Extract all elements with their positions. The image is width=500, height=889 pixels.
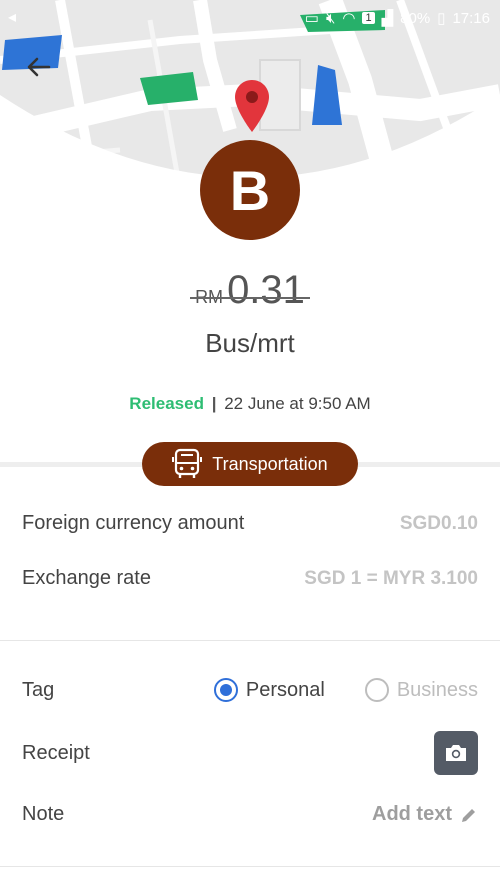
status-badge: Released — [129, 394, 204, 413]
map-pin-icon — [233, 78, 271, 134]
foreign-amount-row: Foreign currency amount SGD0.10 — [22, 512, 478, 535]
divider — [0, 866, 500, 867]
mute-icon: 🔇︎ — [325, 9, 336, 27]
divider — [0, 640, 500, 641]
note-row: Note Add text — [22, 803, 478, 826]
status-bar: ◂ ▭ 🔇︎ ◠ 1 ▟ 80% ▯ 17:16 — [0, 0, 500, 34]
add-note-button[interactable]: Add text — [372, 803, 478, 826]
add-receipt-button[interactable] — [434, 731, 478, 775]
exchange-rate-value: SGD 1 = MYR 3.100 — [304, 567, 478, 589]
battery-level: 80% — [400, 9, 431, 27]
wifi-icon: ◠ — [342, 10, 356, 27]
tag-option-label: Personal — [245, 678, 325, 701]
category-label: Transportation — [212, 453, 328, 474]
foreign-amount-value: SGD0.10 — [399, 512, 478, 534]
status-separator: | — [211, 394, 217, 413]
amount-value: 0.31 — [227, 268, 305, 312]
signal-icon: ▟ — [381, 10, 394, 27]
clock: 17:16 — [452, 9, 490, 27]
exchange-rate-label: Exchange rate — [22, 567, 151, 589]
cast-icon: ▭ — [304, 10, 319, 27]
tag-row: Tag Personal Business — [22, 678, 478, 702]
arrow-left-icon — [27, 57, 51, 77]
radio-selected-icon — [213, 678, 238, 702]
transaction-status: Released | 22 June at 9:50 AM — [0, 394, 500, 414]
transaction-date: 22 June at 9:50 AM — [224, 394, 371, 413]
tag-option-personal[interactable]: Personal — [213, 678, 325, 702]
tag-option-business[interactable]: Business — [364, 678, 478, 702]
tag-label: Tag — [22, 678, 55, 701]
bus-icon — [172, 448, 203, 478]
camera-icon — [446, 745, 466, 761]
transaction-amount: RM 0.31 — [0, 268, 500, 313]
exchange-rate-row: Exchange rate SGD 1 = MYR 3.100 — [22, 567, 478, 590]
back-button[interactable] — [22, 50, 56, 84]
tag-option-label: Business — [396, 678, 478, 701]
sim-badge: 1 — [362, 12, 375, 24]
add-note-label: Add text — [372, 803, 452, 825]
receipt-label: Receipt — [22, 741, 90, 764]
merchant-avatar: B — [200, 140, 300, 240]
radio-unselected-icon — [364, 678, 389, 702]
foreign-amount-label: Foreign currency amount — [22, 512, 245, 534]
notification-icon: ◂ — [8, 9, 17, 26]
note-label: Note — [22, 803, 65, 825]
battery-icon: ▯ — [437, 10, 446, 27]
tag-radio-group: Personal Business — [213, 678, 478, 702]
strikethrough-line — [190, 297, 310, 299]
merchant-name: Bus/mrt — [205, 328, 295, 358]
category-chip[interactable]: Transportation — [142, 442, 358, 486]
receipt-row: Receipt — [22, 731, 478, 775]
pencil-icon — [462, 808, 475, 822]
